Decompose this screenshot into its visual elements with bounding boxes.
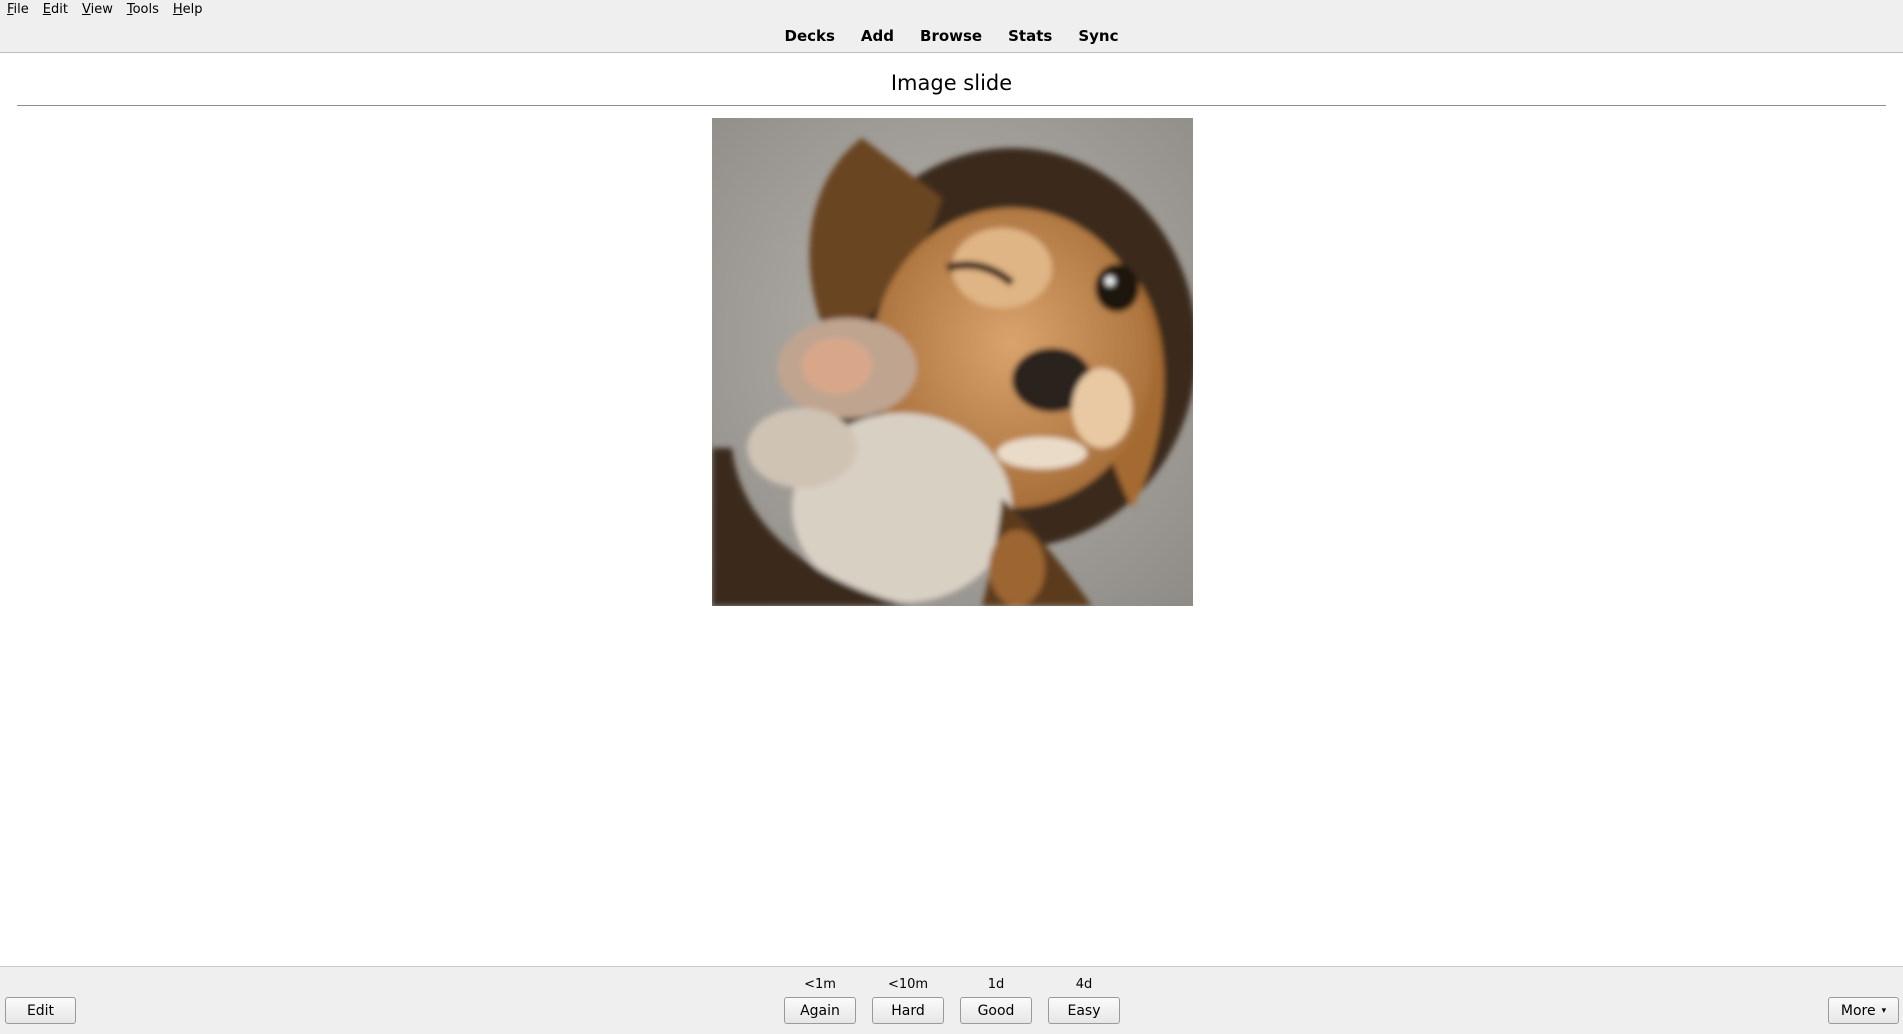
again-button[interactable]: Again <box>784 997 856 1024</box>
review-bottom-bar: Edit <1m <10m 1d 4d Again Hard Good Easy… <box>0 966 1903 1034</box>
card-divider <box>17 105 1886 106</box>
menu-file[interactable]: File <box>0 0 36 20</box>
menu-help[interactable]: Help <box>166 0 210 20</box>
toolbar-decks-link[interactable]: Decks <box>772 27 848 45</box>
card-view: Image slide <box>0 53 1903 966</box>
hard-interval: <10m <box>887 977 929 992</box>
more-button[interactable]: More ▾ <box>1828 997 1899 1024</box>
good-interval: 1d <box>987 977 1005 992</box>
anki-window: File Edit View Tools Help Decks Add Brow… <box>0 0 1903 1034</box>
easy-button[interactable]: Easy <box>1048 997 1120 1024</box>
edit-button[interactable]: Edit <box>5 997 76 1024</box>
chevron-down-icon: ▾ <box>1881 1005 1887 1016</box>
card-title: Image slide <box>890 71 1013 95</box>
card-image <box>712 118 1193 606</box>
menu-bar: File Edit View Tools Help <box>0 0 1903 20</box>
toolbar-browse-link[interactable]: Browse <box>907 27 995 45</box>
toolbar-stats-link[interactable]: Stats <box>995 27 1065 45</box>
toolbar-sync-link[interactable]: Sync <box>1065 27 1131 45</box>
menu-edit[interactable]: Edit <box>36 0 75 20</box>
top-toolbar: Decks Add Browse Stats Sync <box>0 20 1903 53</box>
more-label: More <box>1840 1002 1876 1019</box>
good-button[interactable]: Good <box>960 997 1032 1024</box>
menu-tools[interactable]: Tools <box>120 0 166 20</box>
again-interval: <1m <box>804 977 836 992</box>
menu-view[interactable]: View <box>75 0 120 20</box>
hard-button[interactable]: Hard <box>872 997 944 1024</box>
easy-interval: 4d <box>1075 977 1093 992</box>
toolbar-add-link[interactable]: Add <box>848 27 907 45</box>
